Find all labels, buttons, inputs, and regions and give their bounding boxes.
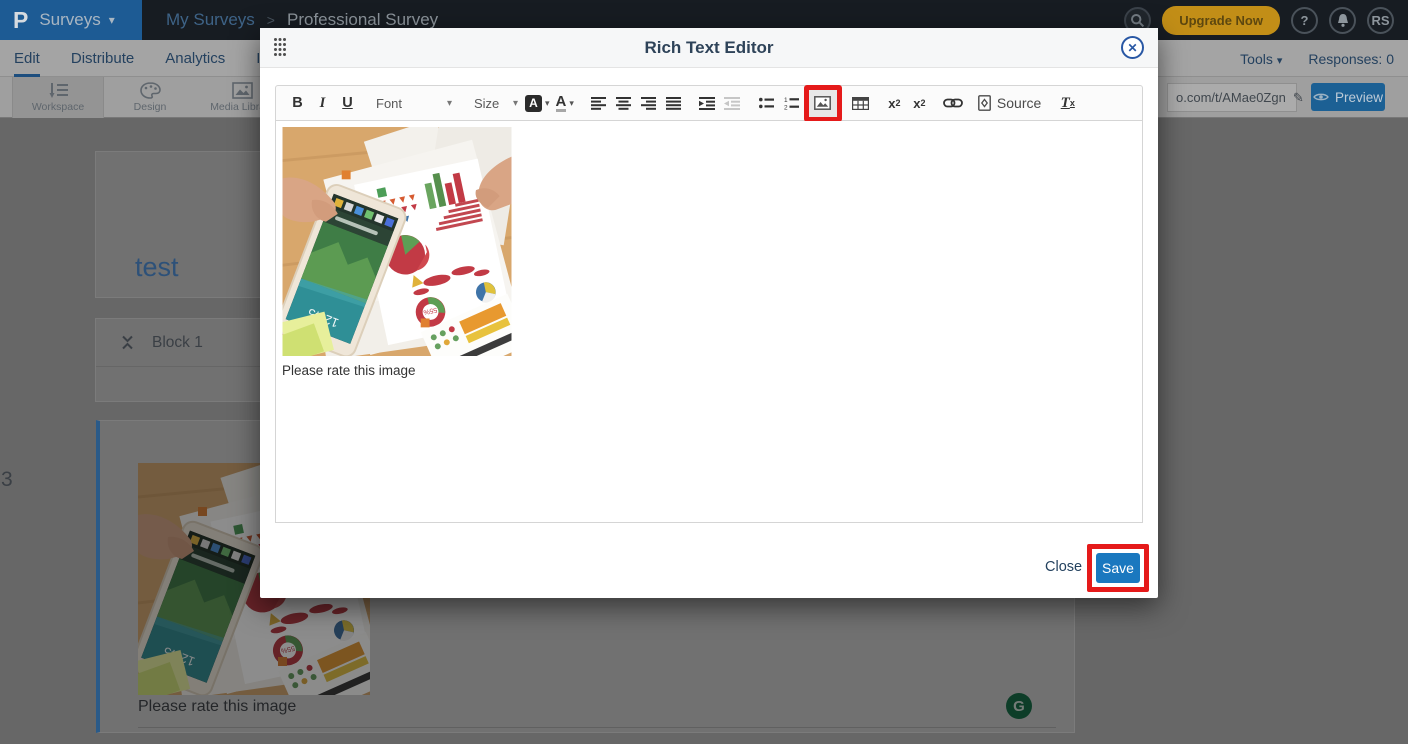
product-label: Surveys xyxy=(39,10,100,30)
share-url-field[interactable]: o.com/t/AMae0Zgn ✎ xyxy=(1167,83,1297,112)
responses-count: Responses: 0 xyxy=(1308,51,1394,67)
tab-distribute[interactable]: Distribute xyxy=(71,40,134,77)
inserted-image[interactable] xyxy=(282,127,512,356)
align-left-button[interactable] xyxy=(586,90,611,116)
collapse-icon xyxy=(121,335,134,350)
font-select[interactable]: Font ▾ xyxy=(372,90,456,116)
question-number: 3 xyxy=(1,468,13,492)
chevron-down-icon: ▾ xyxy=(109,13,115,27)
header-actions: Upgrade Now ? RS xyxy=(1124,0,1394,40)
sidebar-item-workspace[interactable]: Workspace xyxy=(12,77,104,118)
question-caption: Please rate this image xyxy=(138,698,296,716)
product-switcher[interactable]: P Surveys ▾ xyxy=(0,0,142,40)
sidebar-item-design[interactable]: Design xyxy=(104,77,196,118)
block-label: Block 1 xyxy=(152,334,203,352)
source-button[interactable]: Source xyxy=(978,95,1041,111)
subscript-button[interactable]: x2 xyxy=(882,90,907,116)
share-url-text: o.com/t/AMae0Zgn xyxy=(1176,90,1286,105)
edit-url-icon[interactable]: ✎ xyxy=(1293,90,1304,106)
tab-analytics[interactable]: Analytics xyxy=(165,40,225,77)
insert-image-highlight xyxy=(804,85,842,122)
dialog-header: Rich Text Editor ✕ xyxy=(260,28,1158,68)
size-select[interactable]: Size ▾ xyxy=(470,90,522,116)
breadcrumb-current: Professional Survey xyxy=(287,10,438,30)
align-right-button[interactable] xyxy=(636,90,661,116)
bulleted-list-button[interactable] xyxy=(754,90,779,116)
tools-menu[interactable]: Tools▾ xyxy=(1240,51,1282,67)
preview-button[interactable]: Preview xyxy=(1311,83,1385,111)
background-color-button[interactable]: A ▾ xyxy=(522,90,553,116)
rte-editing-area[interactable]: Please rate this image xyxy=(275,121,1143,523)
save-highlight: Save xyxy=(1087,544,1149,592)
save-button[interactable]: Save xyxy=(1096,553,1140,583)
close-icon[interactable]: ✕ xyxy=(1121,36,1144,59)
eye-icon xyxy=(1313,92,1329,102)
chevron-down-icon: ▾ xyxy=(569,98,574,109)
svg-text:2: 2 xyxy=(784,104,788,110)
avatar[interactable]: RS xyxy=(1367,7,1394,34)
app-root: 55% xyxy=(0,0,1408,744)
breadcrumb-parent-link[interactable]: My Surveys xyxy=(166,10,255,30)
close-link[interactable]: Close xyxy=(1045,559,1082,575)
insert-image-button[interactable] xyxy=(809,90,837,117)
upgrade-button[interactable]: Upgrade Now xyxy=(1162,6,1280,35)
chevron-down-icon: ▾ xyxy=(545,98,550,109)
proprofs-logo: P xyxy=(13,7,28,34)
text-color-button[interactable]: A ▾ xyxy=(553,90,577,116)
question-divider xyxy=(138,727,1056,728)
source-icon xyxy=(978,95,991,111)
align-center-button[interactable] xyxy=(611,90,636,116)
breadcrumb-separator: > xyxy=(267,12,275,28)
superscript-button[interactable]: x2 xyxy=(907,90,932,116)
numbered-list-button[interactable]: 12 xyxy=(779,90,804,116)
justify-button[interactable] xyxy=(661,90,686,116)
chevron-down-icon: ▾ xyxy=(513,98,518,109)
italic-button[interactable]: I xyxy=(310,90,335,116)
grammarly-icon[interactable]: G xyxy=(1006,693,1032,719)
rte-toolbar: B I U Font ▾ Size ▾ A ▾ A ▾ xyxy=(275,85,1143,121)
chevron-down-icon: ▾ xyxy=(447,98,452,109)
indent-increase-button[interactable] xyxy=(695,90,720,116)
insert-table-button[interactable] xyxy=(848,90,873,116)
link-icon xyxy=(943,97,963,109)
dialog-title: Rich Text Editor xyxy=(260,28,1158,68)
svg-text:1: 1 xyxy=(784,97,788,104)
remove-format-button[interactable]: Tx xyxy=(1055,90,1080,116)
image-icon xyxy=(814,96,831,110)
indent-decrease-button-disabled xyxy=(720,90,745,116)
help-icon[interactable]: ? xyxy=(1291,7,1318,34)
survey-title-text: test xyxy=(135,252,179,283)
bold-button[interactable]: B xyxy=(285,90,310,116)
tab-edit[interactable]: Edit xyxy=(14,40,40,77)
rich-text-editor-dialog: Rich Text Editor ✕ B I U Font ▾ Size ▾ A… xyxy=(260,28,1158,598)
palette-icon xyxy=(140,82,161,99)
bell-icon[interactable] xyxy=(1329,7,1356,34)
insert-link-button[interactable] xyxy=(941,90,966,116)
media-library-icon xyxy=(232,82,253,99)
underline-button[interactable]: U xyxy=(335,90,360,116)
editor-text: Please rate this image xyxy=(282,363,1136,378)
chevron-down-icon: ▾ xyxy=(1277,55,1283,67)
workspace-icon xyxy=(47,82,69,99)
